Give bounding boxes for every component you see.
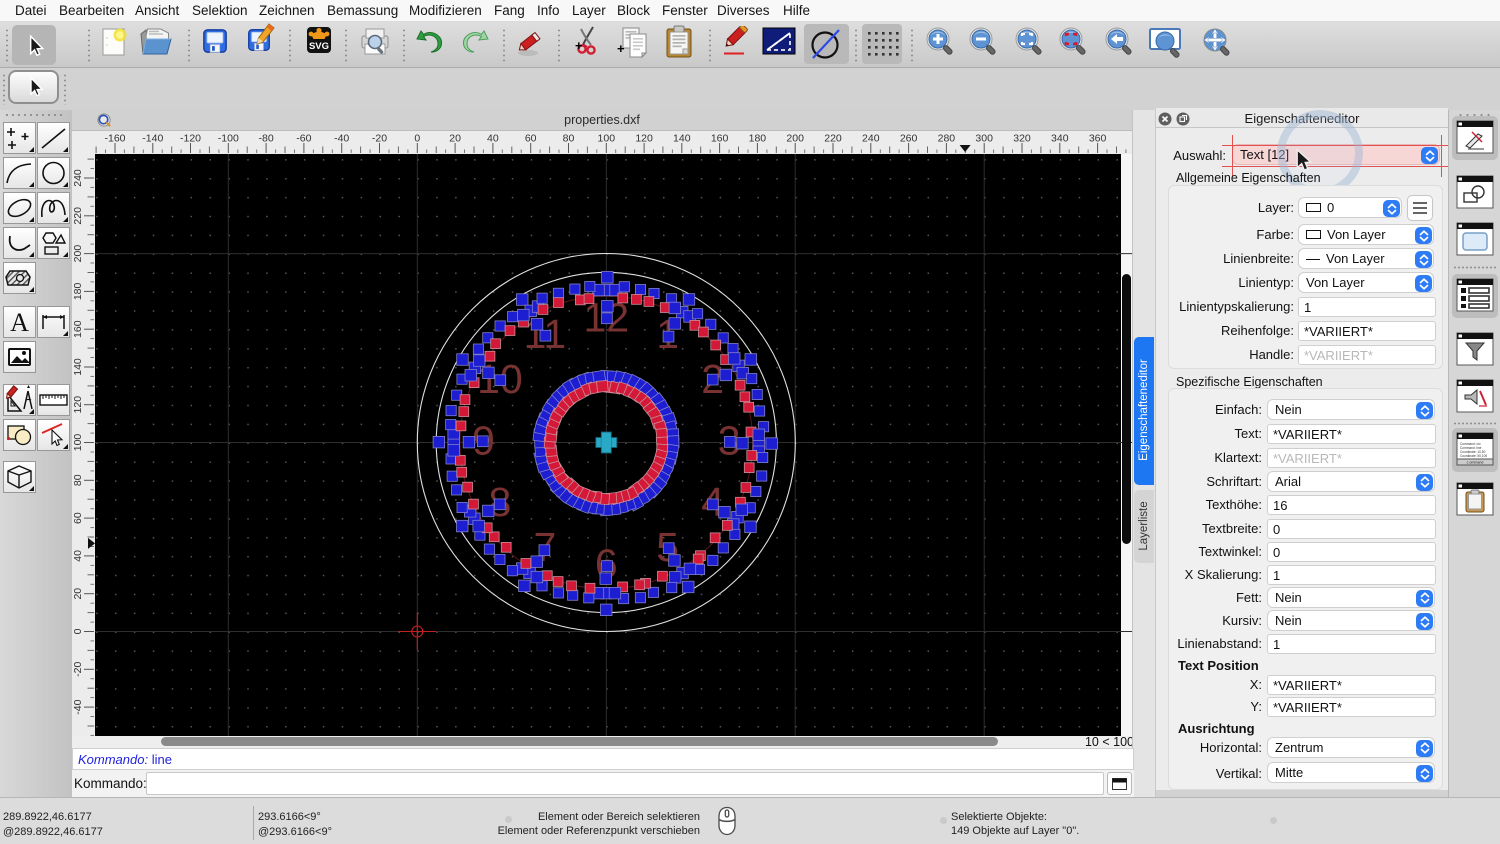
svg-text:320: 320: [1013, 133, 1031, 145]
svg-text:240: 240: [862, 133, 880, 145]
svg-text:20: 20: [72, 588, 84, 600]
svg-text:220: 220: [72, 207, 84, 225]
svg-text:140: 140: [673, 133, 691, 145]
svg-text:140: 140: [72, 358, 84, 376]
svg-text:60: 60: [72, 512, 84, 524]
svg-text:-40: -40: [334, 133, 349, 145]
svg-text:100: 100: [72, 434, 84, 452]
svg-text:300: 300: [975, 133, 993, 145]
svg-text:-20: -20: [372, 133, 387, 145]
svg-text:160: 160: [711, 133, 729, 145]
svg-text:0: 0: [72, 628, 84, 634]
svg-text:60: 60: [525, 133, 537, 145]
svg-text:120: 120: [635, 133, 653, 145]
svg-text:SVG: SVG: [309, 41, 329, 52]
svg-text:-20: -20: [72, 662, 84, 677]
svg-text:180: 180: [72, 282, 84, 300]
svg-text:-140: -140: [142, 133, 163, 145]
svg-text:c ommand: c ommand: [1467, 461, 1484, 465]
svg-text:+: +: [617, 41, 625, 56]
svg-text:160: 160: [72, 320, 84, 338]
svg-text:20: 20: [449, 133, 461, 145]
svg-text:280: 280: [938, 133, 956, 145]
svg-text:-100: -100: [218, 133, 239, 145]
svg-text:180: 180: [749, 133, 767, 145]
svg-text:40: 40: [487, 133, 499, 145]
svg-text:-40: -40: [72, 699, 84, 714]
svg-text:200: 200: [786, 133, 804, 145]
svg-text:80: 80: [563, 133, 575, 145]
svg-text:100: 100: [598, 133, 616, 145]
svg-text:240: 240: [72, 169, 84, 187]
svg-text:120: 120: [72, 396, 84, 414]
svg-text:360: 360: [1089, 133, 1107, 145]
svg-text:A: A: [10, 308, 29, 337]
svg-text:220: 220: [824, 133, 842, 145]
svg-text:+: +: [575, 38, 583, 53]
svg-text:0: 0: [414, 133, 420, 145]
svg-text:-80: -80: [259, 133, 274, 145]
svg-text:-160: -160: [104, 133, 125, 145]
svg-text:-60: -60: [296, 133, 311, 145]
svg-text:200: 200: [72, 245, 84, 263]
svg-text:40: 40: [72, 550, 84, 562]
svg-text:-120: -120: [180, 133, 201, 145]
svg-text:340: 340: [1051, 133, 1069, 145]
svg-text:Coordinate: 50,100: Coordinate: 50,100: [1460, 454, 1487, 458]
svg-text:80: 80: [72, 474, 84, 486]
svg-text:260: 260: [900, 133, 918, 145]
